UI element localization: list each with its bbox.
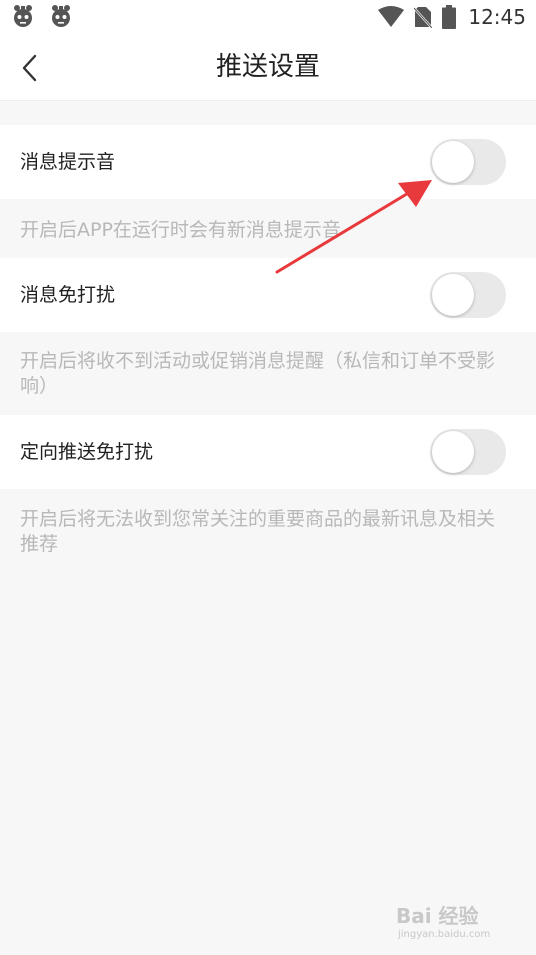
setting-label: 消息提示音	[20, 151, 116, 173]
back-button[interactable]	[14, 48, 50, 88]
setting-row-message-sound: 消息提示音	[0, 125, 536, 199]
page-title: 推送设置	[215, 52, 320, 82]
baidu-watermark: Bai 经验 jingyan.baidu.com	[396, 904, 490, 940]
setting-row-do-not-disturb: 消息免打扰	[0, 258, 536, 332]
message-sound-toggle[interactable]	[430, 139, 506, 185]
toggle-knob	[432, 431, 474, 473]
status-time: 12:45	[468, 5, 526, 29]
status-bar: 12:45	[0, 0, 536, 34]
setting-description: 开启后将收不到活动或促销消息提醒（私信和订单不受影响）	[20, 350, 496, 397]
setting-description: 开启后将无法收到您常关注的重要商品的最新讯息及相关推荐	[20, 508, 496, 555]
notification-app-icon	[14, 5, 32, 27]
wifi-icon	[378, 6, 405, 27]
battery-icon	[442, 5, 457, 29]
annotation-arrow-icon	[275, 180, 432, 274]
do-not-disturb-toggle[interactable]	[430, 272, 506, 318]
chevron-left-icon	[22, 54, 37, 82]
watermark-subtext: jingyan.baidu.com	[397, 929, 490, 940]
watermark-text: Bai 经验	[396, 904, 479, 928]
navigation-bar: 推送设置	[0, 34, 536, 101]
notification-app-icon	[52, 5, 70, 27]
setting-row-targeted-push-dnd: 定向推送免打扰	[0, 415, 536, 489]
no-sim-icon	[414, 7, 433, 28]
toggle-knob	[432, 274, 474, 316]
targeted-push-dnd-toggle[interactable]	[430, 429, 506, 475]
setting-label: 定向推送免打扰	[20, 441, 154, 463]
setting-label: 消息免打扰	[20, 284, 116, 306]
